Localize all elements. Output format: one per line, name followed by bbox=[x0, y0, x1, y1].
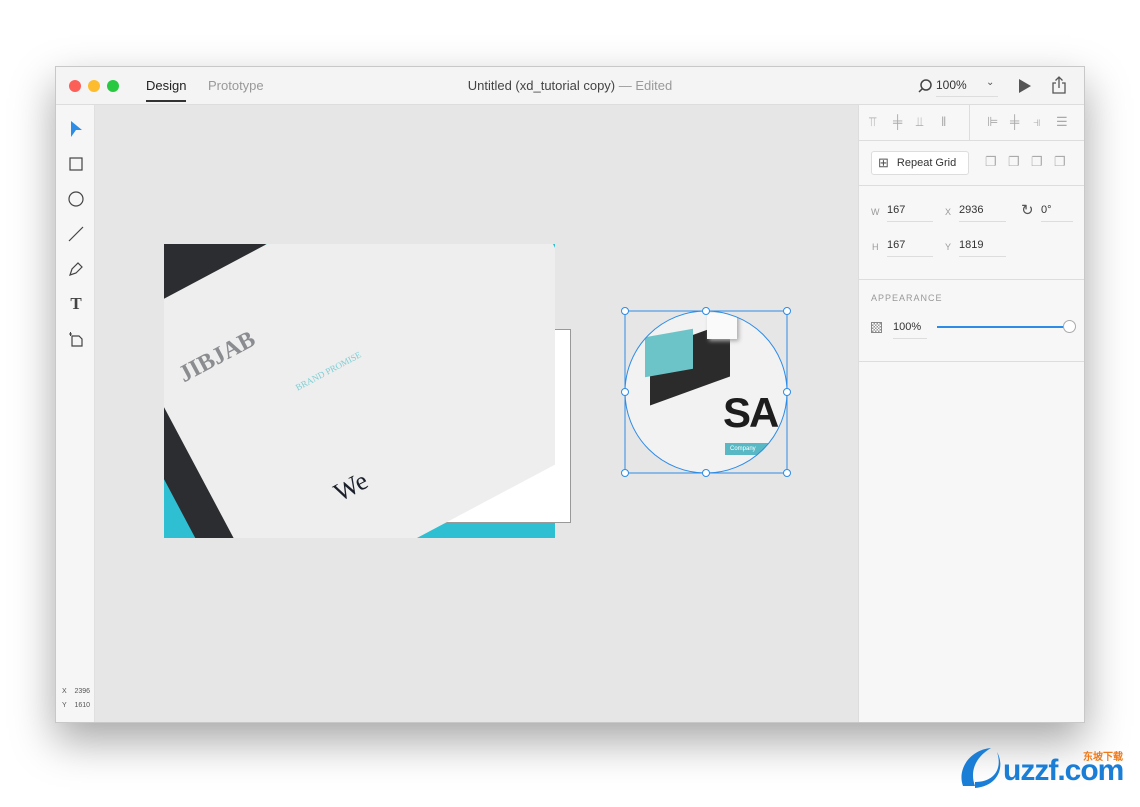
cursor-x: X 2396 bbox=[62, 688, 91, 695]
design-canvas[interactable]: JIBJAB BRAND PROMISE We SA Company bbox=[95, 105, 858, 722]
height-label: H bbox=[872, 242, 879, 252]
selection-box[interactable] bbox=[620, 306, 792, 478]
rectangle-icon[interactable] bbox=[66, 154, 86, 174]
line-icon[interactable] bbox=[66, 224, 86, 244]
opacity-icon bbox=[871, 322, 882, 333]
ellipse-icon[interactable] bbox=[66, 189, 86, 209]
chevron-down-icon[interactable]: ⌄ bbox=[986, 77, 994, 88]
text-icon[interactable]: T bbox=[66, 294, 86, 314]
app-window: Design Prototype Untitled (xd_tutorial c… bbox=[55, 66, 1085, 723]
boolean-subtract-icon[interactable]: ❐ bbox=[1008, 154, 1020, 170]
opacity-field[interactable]: 100% bbox=[893, 321, 927, 339]
grid-icon: ⊞ bbox=[878, 155, 889, 170]
edited-status: — Edited bbox=[618, 78, 673, 93]
opacity-slider[interactable] bbox=[937, 320, 1076, 333]
align-top-icon[interactable]: ⫪ bbox=[869, 114, 876, 130]
divider bbox=[969, 105, 970, 141]
repeat-grid-section: ⊞ Repeat Grid ❐ ❐ ❐ ❐ bbox=[859, 141, 1084, 186]
width-label: W bbox=[871, 207, 880, 217]
rotation-field[interactable]: 0° bbox=[1041, 204, 1073, 222]
cursor-y: Y 1610 bbox=[62, 702, 91, 709]
select-icon[interactable] bbox=[66, 119, 86, 139]
opacity-slider-handle[interactable] bbox=[1063, 320, 1076, 333]
share-icon[interactable] bbox=[1051, 76, 1067, 94]
y-label: Y bbox=[945, 242, 952, 252]
watermark-logo: uzzf.com 东坡下载 bbox=[955, 742, 1135, 792]
opacity-slider-fill bbox=[937, 326, 1069, 328]
align-center-icon[interactable]: ╪ bbox=[1010, 114, 1019, 129]
artboard-icon[interactable] bbox=[66, 329, 86, 349]
x-label: X bbox=[945, 207, 952, 217]
align-left-icon[interactable]: ⊫ bbox=[987, 114, 998, 130]
property-inspector: ⫪ ╪ ⫫ ‖ ⊫ ╪ ⫣ ☰ ⊞ Repeat Grid ❐ ❐ ❐ ❐ W 1… bbox=[858, 105, 1084, 722]
search-icon[interactable] bbox=[918, 79, 932, 93]
width-field[interactable]: 167 bbox=[887, 204, 933, 222]
transform-section: W 167 X 2936 ↻ 0° H 167 Y 1819 bbox=[859, 186, 1084, 280]
height-field[interactable]: 167 bbox=[887, 239, 933, 257]
repeat-grid-button[interactable]: ⊞ Repeat Grid bbox=[871, 151, 969, 175]
x-field[interactable]: 2936 bbox=[959, 204, 1006, 222]
align-bottom-icon[interactable]: ⫫ bbox=[916, 114, 923, 130]
tool-bar: T X 2396 Y 1610 bbox=[56, 105, 95, 722]
y-field[interactable]: 1819 bbox=[959, 239, 1006, 257]
repeat-grid-label: Repeat Grid bbox=[896, 157, 957, 169]
rotate-icon: ↻ bbox=[1021, 202, 1034, 219]
boolean-add-icon[interactable]: ❐ bbox=[985, 154, 997, 170]
distribute-horizontal-icon[interactable]: ‖ bbox=[941, 114, 946, 129]
align-section: ⫪ ╪ ⫫ ‖ ⊫ ╪ ⫣ ☰ bbox=[859, 105, 1084, 141]
boolean-intersect-icon[interactable]: ❐ bbox=[1031, 154, 1043, 170]
title-bar: Design Prototype Untitled (xd_tutorial c… bbox=[56, 67, 1084, 105]
pen-icon[interactable] bbox=[66, 259, 86, 279]
align-right-icon[interactable]: ⫣ bbox=[1033, 114, 1041, 130]
watermark-subtext: 东坡下载 bbox=[1083, 752, 1123, 763]
play-icon[interactable] bbox=[1019, 79, 1031, 93]
boolean-exclude-icon[interactable]: ❐ bbox=[1054, 154, 1066, 170]
align-middle-icon[interactable]: ╪ bbox=[893, 114, 902, 129]
title-text: Untitled (xd_tutorial copy) bbox=[467, 78, 616, 93]
brand-book-image[interactable]: JIBJAB BRAND PROMISE We bbox=[164, 244, 555, 538]
appearance-section: APPEARANCE 100% bbox=[859, 280, 1084, 362]
distribute-vertical-icon[interactable]: ☰ bbox=[1056, 114, 1068, 130]
uzzf-logo-icon bbox=[961, 748, 1001, 788]
appearance-heading: APPEARANCE bbox=[871, 293, 943, 303]
